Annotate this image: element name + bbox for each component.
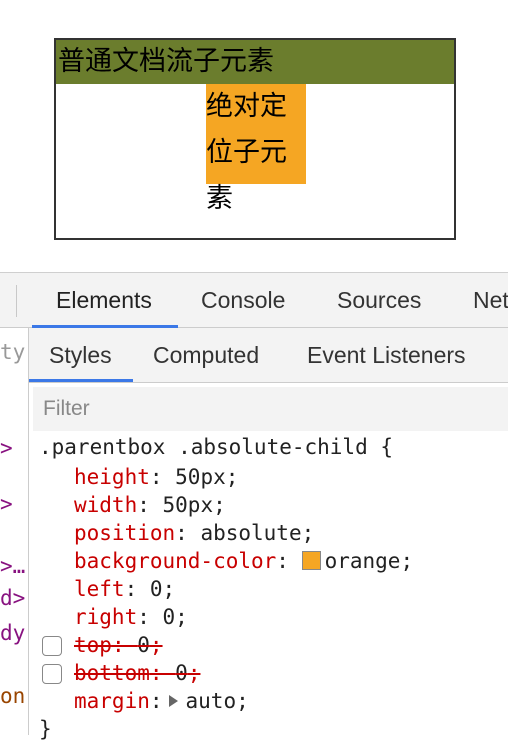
- declaration-width[interactable]: width: 50px;: [74, 491, 226, 519]
- property-name[interactable]: left: [74, 577, 125, 601]
- gutter-line: d>: [0, 586, 26, 610]
- gutter-line: >: [0, 492, 13, 516]
- absolute-child-text: 绝对定位子元素: [206, 91, 287, 214]
- property-value[interactable]: auto: [186, 689, 237, 713]
- close-brace: }: [39, 717, 52, 741]
- toggle-top-checkbox[interactable]: [42, 636, 62, 656]
- tab-sources[interactable]: Sources: [337, 273, 421, 327]
- declaration-background-color[interactable]: background-color: orange;: [74, 547, 413, 575]
- property-value[interactable]: 50px: [175, 465, 226, 489]
- property-value[interactable]: 50px: [163, 493, 214, 517]
- css-rule: .parentbox .absolute-child { height: 50p…: [29, 433, 508, 741]
- declaration-height[interactable]: height: 50px;: [74, 463, 238, 491]
- property-name[interactable]: margin: [74, 689, 150, 713]
- property-name[interactable]: top: [74, 633, 112, 657]
- declaration-margin[interactable]: margin: auto;: [74, 687, 249, 715]
- color-swatch[interactable]: [301, 551, 321, 570]
- devtools-main-tabbar: Elements Console Sources Net: [0, 273, 508, 328]
- gutter-line: ty: [0, 340, 26, 364]
- property-value[interactable]: 0: [137, 633, 150, 657]
- property-name[interactable]: width: [74, 493, 137, 517]
- active-subtab-indicator: [29, 379, 133, 382]
- gutter-line: dy: [0, 621, 26, 645]
- tab-elements[interactable]: Elements: [56, 273, 152, 327]
- property-value[interactable]: 0: [175, 661, 188, 685]
- tab-divider: [16, 285, 17, 317]
- expand-triangle-icon[interactable]: [168, 695, 178, 707]
- rule-selector-line: .parentbox .absolute-child {: [39, 433, 393, 461]
- gutter-line: on: [0, 684, 26, 708]
- property-name[interactable]: bottom: [74, 661, 150, 685]
- property-value[interactable]: orange: [325, 549, 401, 573]
- property-value[interactable]: absolute: [200, 521, 301, 545]
- declaration-right[interactable]: right: 0;: [74, 603, 188, 631]
- declaration-top-disabled[interactable]: top: 0;: [74, 631, 163, 659]
- subtab-computed[interactable]: Computed: [153, 328, 259, 382]
- property-name[interactable]: position: [74, 521, 175, 545]
- styles-filter-input[interactable]: Filter: [33, 387, 508, 431]
- toggle-bottom-checkbox[interactable]: [42, 664, 62, 684]
- styles-subtabbar: Styles Computed Event Listeners: [29, 328, 508, 383]
- open-brace: {: [380, 435, 394, 459]
- elements-tree-gutter[interactable]: ty > > >… d> dy on 1": [0, 328, 29, 735]
- rule-selector[interactable]: .parentbox .absolute-child: [39, 435, 368, 459]
- property-value[interactable]: 0: [163, 605, 176, 629]
- parent-box: 普通文档流子元素 绝对定位子元素: [54, 38, 456, 240]
- property-value[interactable]: 0: [150, 577, 163, 601]
- declaration-bottom-disabled[interactable]: bottom: 0;: [74, 659, 200, 687]
- tab-console[interactable]: Console: [201, 273, 285, 327]
- property-name[interactable]: height: [74, 465, 150, 489]
- subtab-styles[interactable]: Styles: [49, 328, 112, 382]
- subtab-event-listeners[interactable]: Event Listeners: [307, 328, 466, 382]
- tab-network[interactable]: Net: [473, 273, 508, 327]
- devtools-panel: Elements Console Sources Net ty > > >… d…: [0, 272, 508, 741]
- declaration-left[interactable]: left: 0;: [74, 575, 175, 603]
- declaration-position[interactable]: position: absolute;: [74, 519, 314, 547]
- flow-child: 普通文档流子元素: [56, 40, 454, 84]
- property-name[interactable]: right: [74, 605, 137, 629]
- property-name[interactable]: background-color: [74, 549, 276, 573]
- gutter-line: >…: [0, 554, 26, 578]
- gutter-line: >: [0, 436, 13, 460]
